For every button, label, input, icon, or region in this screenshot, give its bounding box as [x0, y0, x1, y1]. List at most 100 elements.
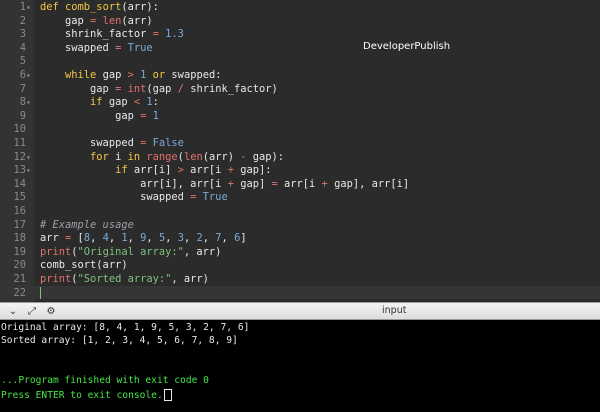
code-token: print: [40, 245, 72, 258]
code-line[interactable]: 7 gap = int(gap / shrink_factor): [0, 83, 278, 96]
code-line[interactable]: 6▾ while gap > 1 or swapped:: [0, 69, 222, 82]
code-line[interactable]: 19 print("Original array:", arr): [0, 246, 221, 259]
code-text[interactable]: if gap < 1:: [40, 96, 159, 108]
code-text[interactable]: print("Sorted array:", arr): [40, 273, 209, 285]
line-number: 1: [19, 1, 26, 13]
code-token: arr: [40, 232, 66, 245]
output-console[interactable]: Original array: [8, 4, 1, 9, 5, 3, 2, 7,…: [0, 320, 600, 412]
code-token: arr[i: [183, 164, 228, 177]
code-text[interactable]: for i in range(len(arr) - gap):: [40, 151, 284, 163]
code-token: gap: [102, 96, 134, 109]
line-number: 15: [13, 191, 26, 204]
code-token: comb_sort: [65, 1, 122, 13]
code-text[interactable]: shrink_factor = 1.3: [40, 28, 184, 40]
code-text[interactable]: if arr[i] > arr[i + gap]:: [40, 164, 271, 177]
code-line[interactable]: 11 swapped = False: [0, 137, 184, 150]
chevron-down-icon[interactable]: ⌄: [6, 305, 20, 318]
code-text[interactable]: comb_sort(arr): [40, 259, 128, 271]
console-toolbar: ⌄ ⤢ ⚙ input: [0, 302, 600, 320]
code-token: shrink_factor): [183, 82, 278, 95]
code-line[interactable]: 21 print("Sorted array:", arr): [0, 273, 209, 286]
code-text[interactable]: def comb_sort(arr):: [40, 1, 159, 13]
code-text[interactable]: # Example usage: [40, 219, 134, 231]
code-text[interactable]: arr = [8, 4, 1, 9, 5, 3, 2, 7, 6]: [40, 232, 247, 244]
code-token: ]: [240, 232, 247, 245]
code-line[interactable]: 9 gap = 1: [0, 110, 159, 123]
code-text[interactable]: [40, 286, 41, 299]
line-number: 18: [13, 232, 26, 245]
code-token: gap):: [246, 150, 285, 163]
line-number: 7: [19, 82, 26, 95]
fold-arrow-icon[interactable]: ▾: [26, 96, 34, 109]
code-text[interactable]: arr[i], arr[i + gap] = arr[i + gap], arr…: [40, 178, 409, 190]
console-line: ...Program finished with exit code 0: [1, 375, 209, 387]
code-line[interactable]: 10: [0, 123, 40, 136]
console-cursor: [163, 388, 172, 401]
code-line[interactable]: 4 swapped = True: [0, 42, 153, 55]
code-token: True: [127, 41, 153, 54]
code-editor[interactable]: 1▾ def comb_sort(arr): 2 gap = len(arr) 3 s…: [0, 0, 600, 302]
code-token: "Original array:": [77, 245, 184, 258]
code-token: # Example usage: [40, 218, 134, 231]
code-line[interactable]: 3 shrink_factor = 1.3: [0, 28, 184, 41]
code-text[interactable]: gap = len(arr): [40, 15, 153, 27]
code-line[interactable]: 8▾ if gap < 1:: [0, 96, 159, 109]
fold-arrow-icon[interactable]: ▾: [26, 164, 34, 177]
fold-arrow-icon[interactable]: ▾: [26, 151, 34, 164]
code-text[interactable]: while gap > 1 or swapped:: [40, 69, 221, 81]
code-text[interactable]: swapped = True: [40, 42, 153, 54]
code-text[interactable]: swapped = False: [40, 137, 184, 149]
code-line[interactable]: 22: [0, 286, 41, 300]
settings-icon[interactable]: ⚙: [44, 305, 58, 318]
code-token: (gap: [146, 82, 178, 95]
code-line[interactable]: 1▾ def comb_sort(arr):: [0, 1, 159, 14]
code-text[interactable]: gap = 1: [40, 110, 159, 122]
console-tab-input[interactable]: input: [382, 305, 406, 316]
code-text[interactable]: gap = int(gap / shrink_factor): [40, 83, 278, 95]
code-line[interactable]: 17 # Example usage: [0, 219, 134, 232]
line-number: 19: [13, 245, 26, 258]
line-number: 3: [19, 28, 26, 41]
line-number: 8: [19, 96, 26, 109]
code-line[interactable]: 14 arr[i], arr[i + gap] = arr[i + gap], …: [0, 178, 409, 191]
expand-icon[interactable]: ⤢: [25, 305, 39, 318]
code-token: swapped: [40, 41, 116, 54]
code-token: in: [127, 150, 141, 163]
code-token: gap]: [233, 177, 272, 190]
code-line[interactable]: 5: [0, 55, 40, 68]
code-token: arr[i], arr[i: [40, 177, 228, 190]
code-line[interactable]: 2 gap = len(arr): [0, 15, 153, 28]
line-number: 9: [19, 109, 26, 122]
code-text[interactable]: print("Original array:", arr): [40, 246, 221, 258]
code-text[interactable]: swapped = True: [40, 191, 228, 203]
code-line[interactable]: 20 comb_sort(arr): [0, 259, 128, 272]
code-line[interactable]: 12▾ for i in range(len(arr) - gap):: [0, 151, 284, 164]
code-token: (arr): [202, 150, 241, 163]
code-token: if: [90, 96, 103, 109]
console-line: Original array: [8, 4, 1, 9, 5, 3, 2, 7,…: [1, 322, 250, 333]
code-token: for: [90, 150, 109, 163]
text-cursor: [40, 286, 41, 299]
code-line[interactable]: 15 swapped = True: [0, 191, 228, 204]
fold-arrow-icon[interactable]: ▾: [26, 69, 34, 82]
code-token: ,: [165, 232, 178, 245]
code-token: (arr): [121, 14, 153, 27]
code-token: , arr): [183, 245, 222, 258]
code-line[interactable]: 13▾ if arr[i] > arr[i + gap]:: [0, 164, 271, 177]
code-line[interactable]: 18 arr = [8, 4, 1, 9, 5, 3, 2, 7, 6]: [0, 232, 247, 245]
code-token: shrink_factor: [40, 28, 153, 41]
fold-arrow-icon[interactable]: ▾: [26, 1, 34, 14]
code-token: , arr): [171, 273, 209, 285]
code-line[interactable]: 16: [0, 205, 40, 218]
